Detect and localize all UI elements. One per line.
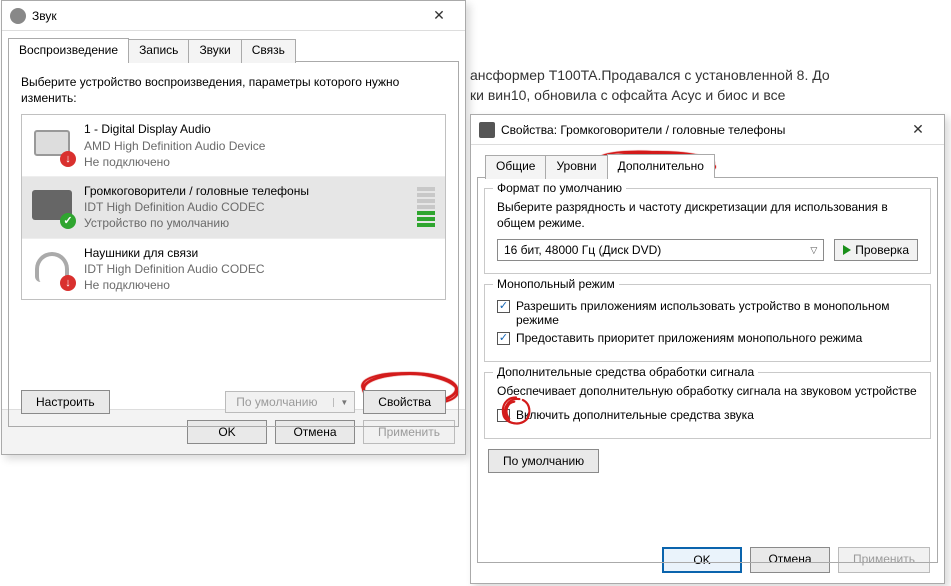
advanced-panel: Формат по умолчанию Выберите разрядность…: [477, 177, 938, 563]
device-status: Устройство по умолчанию: [84, 215, 309, 231]
playback-panel: Выберите устройство воспроизведения, пар…: [8, 61, 459, 427]
level-meter: [417, 187, 435, 227]
device-driver: IDT High Definition Audio CODEC: [84, 261, 265, 277]
headphones-icon: ↓: [30, 245, 74, 289]
close-icon[interactable]: ✕: [419, 4, 459, 28]
tab-general[interactable]: Общие: [485, 155, 546, 179]
test-label: Проверка: [855, 243, 909, 257]
device-item-display-audio[interactable]: ↓ 1 - Digital Display Audio AMD High Def…: [22, 115, 445, 177]
speaker-icon: [479, 122, 495, 138]
tab-communications[interactable]: Связь: [241, 39, 296, 63]
default-format-group: Формат по умолчанию Выберите разрядность…: [484, 188, 931, 274]
background-text: ансформер T100TA.Продавался с установлен…: [470, 66, 940, 105]
exclusive-priority-label: Предоставить приоритет приложениям моноп…: [516, 331, 862, 345]
bg-line2: ки вин10, обновила с офсайта Асус и биос…: [470, 86, 940, 106]
sound-tabs: Воспроизведение Запись Звуки Связь: [2, 31, 465, 61]
playback-instruction: Выберите устройство воспроизведения, пар…: [21, 74, 446, 106]
tab-advanced[interactable]: Дополнительно: [607, 154, 715, 178]
props-titlebar: Свойства: Громкоговорители / головные те…: [471, 115, 944, 145]
device-driver: IDT High Definition Audio CODEC: [84, 199, 309, 215]
device-driver: AMD High Definition Audio Device: [84, 138, 265, 154]
status-badge-down-icon: ↓: [60, 151, 76, 167]
tab-sounds[interactable]: Звуки: [188, 39, 241, 63]
speakers-icon: ✓: [30, 183, 74, 227]
sound-window: Звук ✕ Воспроизведение Запись Звуки Связ…: [1, 0, 466, 455]
bg-line1: ансформер T100TA.Продавался с установлен…: [470, 66, 940, 86]
tab-recording[interactable]: Запись: [128, 39, 189, 63]
properties-label: Свойства: [378, 395, 431, 409]
device-list: ↓ 1 - Digital Display Audio AMD High Def…: [21, 114, 446, 300]
set-default-label: По умолчанию: [236, 395, 317, 409]
format-desc: Выберите разрядность и частоту дискретиз…: [497, 199, 918, 231]
format-legend: Формат по умолчанию: [493, 181, 626, 195]
restore-defaults-button[interactable]: По умолчанию: [488, 449, 599, 473]
enable-enhancements-checkbox[interactable]: [497, 409, 510, 422]
exclusive-allow-label: Разрешить приложениям использовать устро…: [516, 299, 918, 327]
props-title: Свойства: Громкоговорители / головные те…: [501, 123, 898, 137]
sample-format-select[interactable]: 16 бит, 48000 Гц (Диск DVD) ▽: [497, 239, 824, 261]
play-icon: [843, 245, 851, 255]
exclusive-legend: Монопольный режим: [493, 277, 619, 291]
playback-bottom-row: Настроить По умолчанию ▼ Свойства: [21, 390, 446, 414]
props-tabs: Общие Уровни Дополнительно: [471, 145, 944, 177]
exclusive-allow-checkbox[interactable]: [497, 300, 510, 313]
set-default-dropdown[interactable]: По умолчанию ▼: [225, 391, 355, 413]
sound-titlebar: Звук ✕: [2, 1, 465, 31]
device-name: Наушники для связи: [84, 245, 265, 261]
exclusive-priority-checkbox[interactable]: [497, 332, 510, 345]
enhance-legend: Дополнительные средства обработки сигнал…: [493, 365, 758, 379]
device-item-headphones[interactable]: ↓ Наушники для связи IDT High Definition…: [22, 239, 445, 300]
properties-window: Свойства: Громкоговорители / головные те…: [470, 114, 945, 584]
chevron-down-icon: ▼: [333, 398, 348, 407]
configure-button[interactable]: Настроить: [21, 390, 110, 414]
device-name: 1 - Digital Display Audio: [84, 121, 265, 137]
enable-enhancements-label: Включить дополнительные средства звука: [516, 408, 754, 422]
tab-levels[interactable]: Уровни: [545, 155, 607, 179]
status-badge-ok-icon: ✓: [60, 213, 76, 229]
enhance-desc: Обеспечивает дополнительную обработку си…: [497, 383, 918, 399]
sound-icon: [10, 8, 26, 24]
status-badge-down-icon: ↓: [60, 275, 76, 291]
chevron-down-icon: ▽: [810, 245, 817, 256]
monitor-icon: ↓: [30, 121, 74, 165]
sound-title: Звук: [32, 9, 419, 23]
device-status: Не подключено: [84, 277, 265, 293]
tab-playback[interactable]: Воспроизведение: [8, 38, 129, 62]
sample-format-value: 16 бит, 48000 Гц (Диск DVD): [504, 243, 661, 257]
enhancements-group: Дополнительные средства обработки сигнал…: [484, 372, 931, 438]
exclusive-mode-group: Монопольный режим Разрешить приложениям …: [484, 284, 931, 362]
device-item-speakers[interactable]: ✓ Громкоговорители / головные телефоны I…: [22, 177, 445, 239]
properties-button[interactable]: Свойства: [363, 390, 446, 414]
device-name: Громкоговорители / головные телефоны: [84, 183, 309, 199]
close-icon[interactable]: ✕: [898, 118, 938, 142]
tab-advanced-label: Дополнительно: [618, 159, 704, 173]
test-button[interactable]: Проверка: [834, 239, 918, 261]
device-status: Не подключено: [84, 154, 265, 170]
